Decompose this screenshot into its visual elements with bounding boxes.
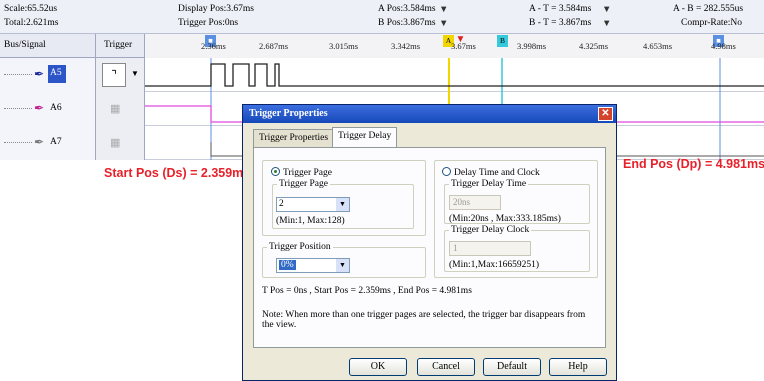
tab-trigger-properties[interactable]: Trigger Properties — [253, 129, 335, 147]
signal-cell[interactable]: ✒ A7 — [0, 126, 96, 160]
trigger-page-radio[interactable]: Trigger Page — [271, 167, 332, 178]
signal-name[interactable]: A5 — [48, 65, 66, 83]
tree-line — [4, 108, 32, 109]
signal-cell[interactable]: ✒ A5 — [0, 58, 96, 92]
trigger-dropdown-icon[interactable]: ▼ — [131, 69, 139, 78]
dialog-title: Trigger Properties — [249, 108, 328, 119]
ruler-tick: 4.325ms — [579, 41, 609, 51]
a-minus-b-readout: A - B = 282.555us — [673, 4, 744, 14]
ruler-tick: 3.998ms — [517, 41, 547, 51]
b-t-dropdown-icon[interactable]: ▼ — [602, 19, 611, 29]
trigger-page-select[interactable]: 2 ▼ — [276, 197, 350, 212]
b-minus-t-readout: B - T = 3.867ms — [529, 18, 592, 28]
radio-unselected-icon[interactable] — [442, 167, 451, 176]
ruler-tick: 4.98ms — [711, 41, 736, 51]
delay-clock-range: (Min:1,Max:16659251) — [449, 260, 539, 270]
start-pos-callout: Start Pos (Ds) = 2.359ms — [104, 166, 251, 180]
timeline-header: Bus/Signal Trigger ■ A ▼ B ■ 2.36ms 2.68… — [0, 34, 764, 58]
delay-clock-field[interactable]: 1 — [449, 241, 531, 256]
pen-icon: ✒ — [34, 67, 45, 81]
radio-selected-icon[interactable] — [271, 167, 280, 176]
note-text: Note: When more than one trigger pages a… — [262, 310, 586, 330]
trigger-properties-dialog: Trigger Properties ✕ Trigger Properties … — [242, 104, 617, 381]
ruler-tick: 3.342ms — [391, 41, 421, 51]
help-button[interactable]: Help — [549, 358, 607, 376]
ruler-tick: 2.36ms — [201, 41, 226, 51]
delay-time-field[interactable]: 20ns — [449, 195, 501, 210]
display-pos-readout: Display Pos:3.67ms — [178, 4, 255, 14]
a5-waveform — [145, 63, 764, 87]
trigger-delay-clock-label: Trigger Delay Clock — [451, 225, 530, 235]
ruler-tick: 2.687ms — [259, 41, 289, 51]
a-minus-t-readout: A - T = 3.584ms — [529, 4, 592, 14]
ruler-tick: 4.653ms — [643, 41, 673, 51]
default-button[interactable]: Default — [483, 358, 541, 376]
tree-line — [4, 142, 32, 143]
pen-icon: ✒ — [34, 135, 45, 149]
ruler-tick: 3.015ms — [329, 41, 359, 51]
scale-readout: Scale:65.52us — [4, 4, 58, 14]
b-pos-readout: B Pos:3.867ms — [378, 18, 436, 28]
b-pos-dropdown-icon[interactable]: ▼ — [439, 19, 448, 29]
trigger-position-select[interactable]: 0% ▼ — [276, 258, 350, 273]
trigger-cell[interactable]: ▦ — [96, 92, 145, 126]
signal-cell[interactable]: ✒ A6 — [0, 92, 96, 126]
compression-rate-readout: Compr-Rate:No — [681, 18, 743, 28]
delay-time-range: (Min:20ns , Max:333.185ms) — [449, 214, 561, 224]
trigger-delay-panel: Trigger Page Trigger Page 2 ▼ (Min:1, Ma… — [253, 147, 606, 348]
a-t-dropdown-icon[interactable]: ▼ — [602, 5, 611, 15]
trigger-page-radio-label: Trigger Page — [283, 168, 332, 178]
trigger-delay-time-label: Trigger Delay Time — [451, 179, 527, 189]
total-readout: Total:2.621ms — [4, 18, 59, 28]
trigger-cell[interactable]: ▦ — [96, 126, 145, 160]
delay-time-clock-radio-label: Delay Time and Clock — [454, 168, 540, 178]
ruler-tick: 3.67ms — [451, 41, 476, 51]
position-summary: T Pos = 0ns , Start Pos = 2.359ms , End … — [262, 286, 472, 296]
tree-line — [4, 74, 32, 75]
trigger-page-group-label: Trigger Page — [279, 179, 328, 189]
a-pos-readout: A Pos:3.584ms — [378, 4, 436, 14]
cancel-button[interactable]: Cancel — [417, 358, 475, 376]
trigger-page-range: (Min:1, Max:128) — [276, 216, 345, 226]
end-pos-callout: End Pos (Dp) = 4.981ms — [623, 157, 764, 171]
dialog-titlebar[interactable]: Trigger Properties ✕ — [243, 105, 616, 123]
tab-trigger-delay[interactable]: Trigger Delay — [332, 127, 398, 148]
ok-button[interactable]: OK — [349, 358, 407, 376]
cursor-b-flag[interactable]: B — [497, 35, 508, 47]
trigger-position-value: 0% — [279, 260, 296, 270]
close-icon[interactable]: ✕ — [598, 107, 613, 121]
trigger-header: Trigger — [96, 34, 145, 58]
chevron-down-icon[interactable]: ▼ — [336, 198, 349, 211]
trigger-position-label: Trigger Position — [269, 242, 331, 252]
rising-edge-trigger-icon[interactable]: ⌝ — [102, 63, 126, 87]
signal-name[interactable]: A7 — [50, 137, 62, 147]
dont-care-trigger-icon[interactable]: ▦ — [110, 102, 120, 115]
chevron-down-icon[interactable]: ▼ — [336, 259, 349, 272]
dont-care-trigger-icon[interactable]: ▦ — [110, 136, 120, 149]
status-bar: Scale:65.52us Total:2.621ms Display Pos:… — [0, 0, 764, 34]
signal-name[interactable]: A6 — [50, 103, 62, 113]
a-pos-dropdown-icon[interactable]: ▼ — [439, 5, 448, 15]
time-ruler[interactable]: ■ A ▼ B ■ 2.36ms 2.687ms 3.015ms 3.342ms… — [145, 34, 764, 58]
bus-signal-header: Bus/Signal — [0, 34, 96, 58]
trigger-cell[interactable]: ⌝ ▼ — [96, 58, 145, 92]
delay-time-clock-radio[interactable]: Delay Time and Clock — [442, 167, 540, 178]
trigger-page-value: 2 — [279, 199, 284, 209]
pen-icon: ✒ — [34, 101, 45, 115]
trigger-pos-readout: Trigger Pos:0ns — [178, 18, 239, 28]
